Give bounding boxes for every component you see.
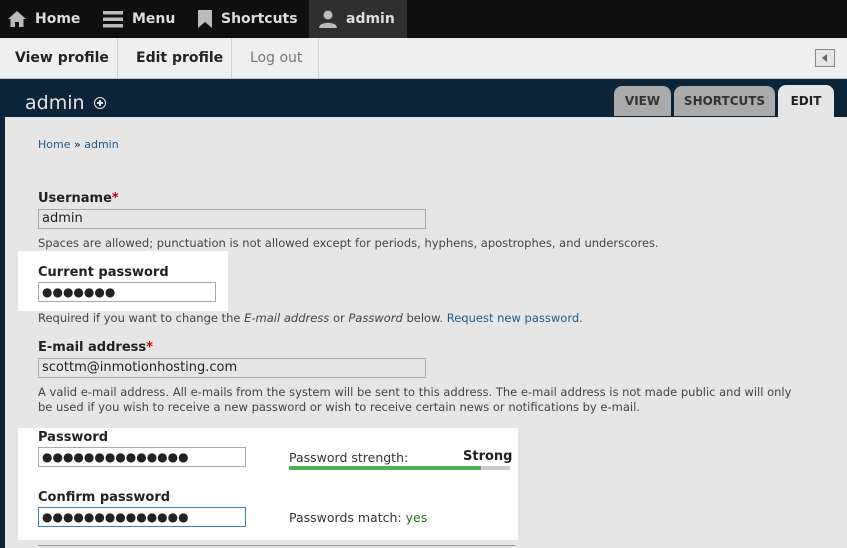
tray-orientation-toggle-icon[interactable]: [815, 49, 835, 67]
home-icon: [7, 10, 27, 28]
confirm-password-label: Confirm password: [38, 490, 171, 505]
confirm-password-field[interactable]: ●●●●●●●●●●●●●●: [38, 507, 246, 527]
user-tray: View profile Edit profile Log out: [0, 38, 847, 79]
tray-divider: [117, 38, 118, 78]
admin-toolbar: Home Menu Shortcuts admin: [0, 0, 847, 38]
tray-divider: [231, 38, 232, 78]
email-description-line1: A valid e-mail address. All e-mails from…: [38, 385, 792, 399]
email-label: E-mail address*: [38, 340, 153, 355]
username-description: Spaces are allowed; punctuation is not a…: [38, 236, 659, 250]
toolbar-shortcuts-label: Shortcuts: [221, 11, 298, 27]
tab-edit[interactable]: EDIT: [778, 85, 834, 117]
required-marker: *: [111, 191, 119, 206]
toolbar-home-label: Home: [35, 11, 81, 27]
current-password-field[interactable]: ●●●●●●●: [38, 282, 216, 302]
toolbar-shortcuts-link[interactable]: Shortcuts: [197, 0, 298, 38]
password-strength-value: Strong: [463, 449, 513, 464]
add-shortcut-icon[interactable]: [94, 97, 106, 109]
tab-view[interactable]: VIEW: [614, 86, 671, 116]
breadcrumb-separator: »: [73, 138, 81, 151]
passwords-match-status: Passwords match: yes: [289, 510, 428, 525]
toolbar-user-label: admin: [346, 11, 395, 27]
username-label: Username*: [38, 191, 119, 206]
toolbar-menu-label: Menu: [132, 11, 176, 27]
username-field[interactable]: admin: [38, 209, 426, 229]
passwords-match-value: yes: [405, 510, 428, 525]
breadcrumb: Home » admin: [38, 138, 119, 151]
bookmark-icon: [197, 9, 213, 29]
password-strength-bar: [289, 466, 510, 470]
toolbar-user-link[interactable]: admin: [309, 0, 407, 38]
user-icon: [318, 10, 338, 28]
email-description-line2: be used if you wish to receive a new pas…: [38, 400, 640, 414]
required-marker: *: [146, 340, 153, 355]
breadcrumb-home-link[interactable]: Home: [38, 138, 70, 151]
password-strength-label: Password strength:: [289, 450, 409, 465]
request-new-password-link[interactable]: Request new password: [447, 311, 579, 325]
form-divider: [38, 545, 515, 546]
password-label: Password: [38, 430, 109, 445]
view-profile-link[interactable]: View profile: [15, 38, 109, 78]
log-out-link[interactable]: Log out: [250, 38, 302, 78]
page-title: admin: [25, 92, 85, 114]
toolbar-home-link[interactable]: Home: [7, 0, 80, 38]
current-password-highlight: [18, 251, 228, 311]
toolbar-menu-link[interactable]: Menu: [102, 0, 175, 38]
tray-divider: [318, 38, 319, 78]
tab-shortcuts[interactable]: SHORTCUTS: [674, 86, 775, 116]
email-field[interactable]: scottm@inmotionhosting.com: [38, 358, 426, 378]
breadcrumb-current-link[interactable]: admin: [84, 138, 118, 151]
current-password-label: Current password: [38, 265, 169, 280]
current-password-description: Required if you want to change the E-mai…: [38, 311, 583, 325]
hamburger-menu-icon: [102, 10, 124, 28]
password-strength-fill: [289, 466, 482, 470]
password-field[interactable]: ●●●●●●●●●●●●●●: [38, 447, 246, 467]
edit-profile-link[interactable]: Edit profile: [136, 38, 223, 78]
